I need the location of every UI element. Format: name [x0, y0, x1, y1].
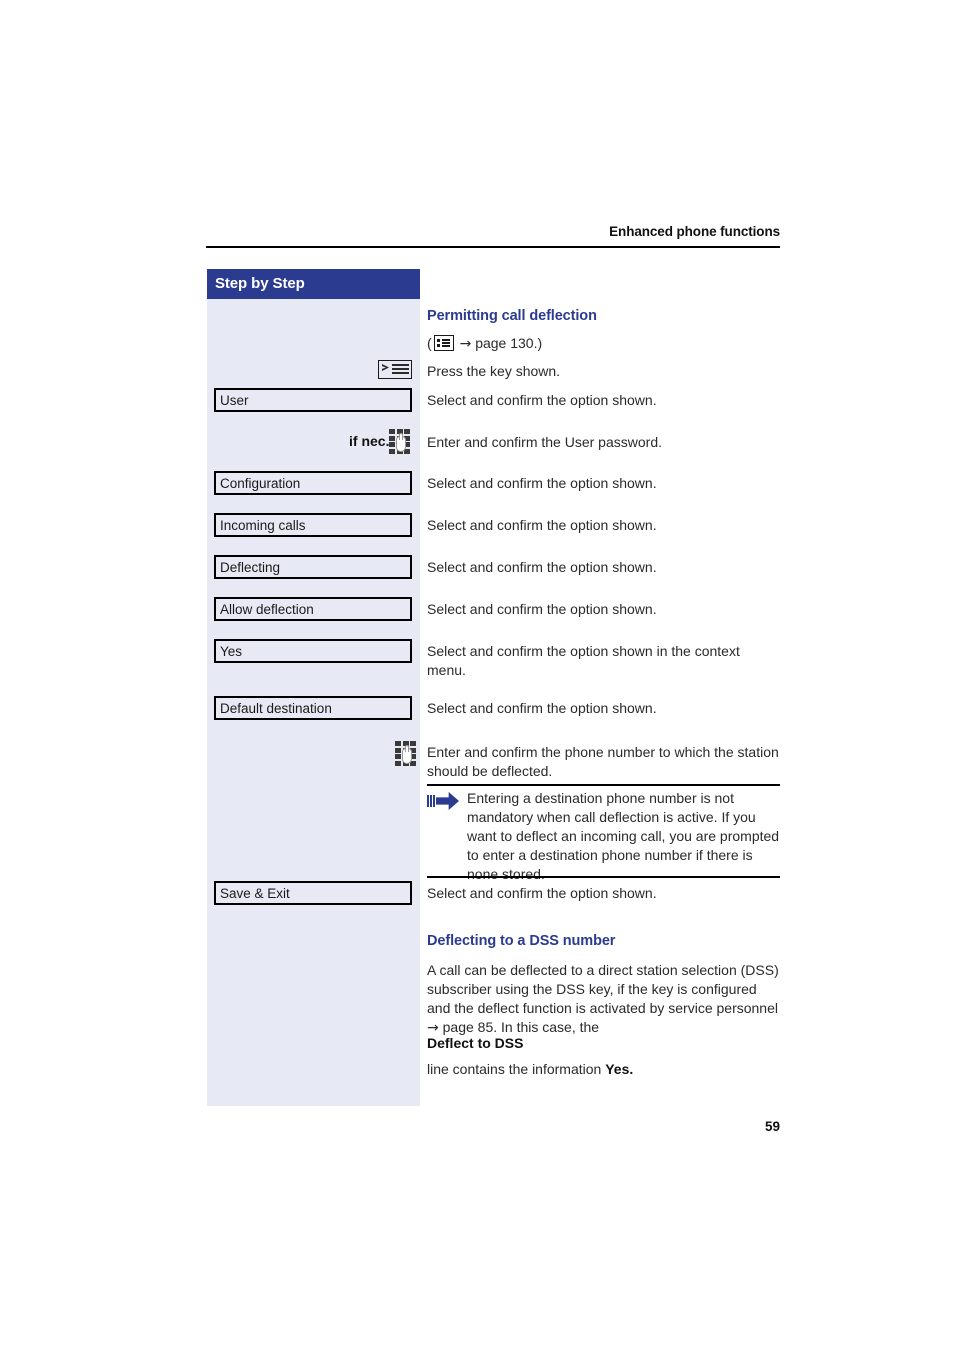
step-instruction: Select and confirm the option shown.: [427, 559, 657, 575]
step-instruction: Select and confirm the option shown.: [427, 700, 657, 716]
option-box-label: Allow deflection: [220, 602, 314, 617]
step-row-deflecting: Deflecting Select and confirm the option…: [207, 555, 780, 581]
step-instruction: Select and confirm the option shown.: [427, 885, 657, 901]
section-heading-permitting-call-deflection: Permitting call deflection: [427, 308, 597, 324]
step-instruction: Select and confirm the option shown in t…: [427, 643, 740, 678]
header-rule: [206, 246, 780, 248]
option-box-yes[interactable]: Yes: [214, 639, 412, 663]
option-box-label: User: [220, 393, 249, 408]
option-box-allow-deflection[interactable]: Allow deflection: [214, 597, 412, 621]
list-menu-icon: [433, 335, 454, 351]
note-rule-bottom: [427, 876, 780, 878]
page-reference-paren-open: (: [427, 335, 432, 351]
page-reference-arrow-icon: →: [459, 336, 472, 352]
note-arrow-shaft: [436, 792, 459, 810]
option-box-label: Deflecting: [220, 560, 281, 575]
step-row-save-and-exit: Save & Exit Select and confirm the optio…: [207, 881, 780, 907]
step-instruction: Enter and confirm the User password.: [427, 434, 662, 450]
step-row-yes: Yes Select and confirm the option shown …: [207, 639, 780, 683]
running-header: Enhanced phone functions: [609, 224, 780, 239]
dss-closing-prefix: line contains the information: [427, 1061, 606, 1077]
step-instruction: Press the key shown.: [427, 363, 561, 379]
step-row-press-key: Press the key shown.: [207, 360, 780, 386]
key-icon-bars: [392, 364, 409, 376]
step-row-default-destination: Default destination Select and confirm t…: [207, 696, 780, 722]
page-reference-text: page 130.): [475, 335, 543, 351]
keypad-icon-hand: [402, 745, 412, 764]
note-text: Entering a destination phone number is n…: [467, 790, 780, 882]
option-box-label: Default destination: [220, 701, 332, 716]
note-arrow-icon: [427, 792, 459, 810]
step-instruction: Select and confirm the option shown.: [427, 475, 657, 491]
option-box-label: Incoming calls: [220, 518, 306, 533]
dss-closing-line: line contains the information Yes.: [427, 1060, 782, 1079]
note-arrow-bars: [427, 795, 435, 807]
dss-paragraph-part1: A call can be deflected to a direct stat…: [427, 962, 779, 1016]
option-box-deflecting[interactable]: Deflecting: [214, 555, 412, 579]
step-instruction: Enter and confirm the phone number to wh…: [427, 744, 779, 779]
step-instruction: Select and confirm the option shown.: [427, 392, 657, 408]
option-box-incoming-calls[interactable]: Incoming calls: [214, 513, 412, 537]
page-number: 59: [764, 1119, 780, 1134]
step-row-user: User Select and confirm the option shown…: [207, 388, 780, 414]
key-icon-caret: [382, 364, 389, 371]
option-box-label: Save & Exit: [220, 886, 290, 901]
step-by-step-title-bar: Step by Step: [207, 269, 420, 299]
keypad-icon: [395, 741, 416, 766]
key-icon: [378, 360, 412, 379]
option-box-save-and-exit[interactable]: Save & Exit: [214, 881, 412, 905]
dss-paragraph-part2: page 85. In this case, the: [438, 1019, 600, 1035]
step-row-allow-deflection: Allow deflection Select and confirm the …: [207, 597, 780, 623]
step-row-configuration: Configuration Select and confirm the opt…: [207, 471, 780, 497]
keypad-icon: [389, 429, 410, 454]
page-reference-line: ( → page 130.): [427, 334, 782, 354]
option-box-configuration[interactable]: Configuration: [214, 471, 412, 495]
step-row-enter-phone-number: Enter and confirm the phone number to wh…: [207, 740, 780, 784]
dss-closing-bold: Yes.: [605, 1061, 634, 1077]
keypad-icon-hand: [396, 433, 406, 452]
if-necessary-label: if nec.: [349, 433, 390, 449]
step-instruction: Select and confirm the option shown.: [427, 517, 657, 533]
option-box-label: Yes: [220, 644, 243, 659]
dss-paragraph: A call can be deflected to a direct stat…: [427, 961, 782, 1038]
section-heading-deflecting-to-dss: Deflecting to a DSS number: [427, 933, 616, 949]
step-row-user-password: if nec. Enter and confirm the User passw…: [207, 428, 780, 456]
document-page: Enhanced phone functions Step by Step Pe…: [0, 0, 954, 1351]
note-rule-top: [427, 784, 780, 786]
step-row-incoming-calls: Incoming calls Select and confirm the op…: [207, 513, 780, 539]
option-box-default-destination[interactable]: Default destination: [214, 696, 412, 720]
dss-emphasis-line: Deflect to DSS: [427, 1035, 524, 1051]
step-by-step-title: Step by Step: [215, 275, 305, 292]
option-box-label: Configuration: [220, 476, 301, 491]
option-box-user[interactable]: User: [214, 388, 412, 412]
step-instruction: Select and confirm the option shown.: [427, 601, 657, 617]
